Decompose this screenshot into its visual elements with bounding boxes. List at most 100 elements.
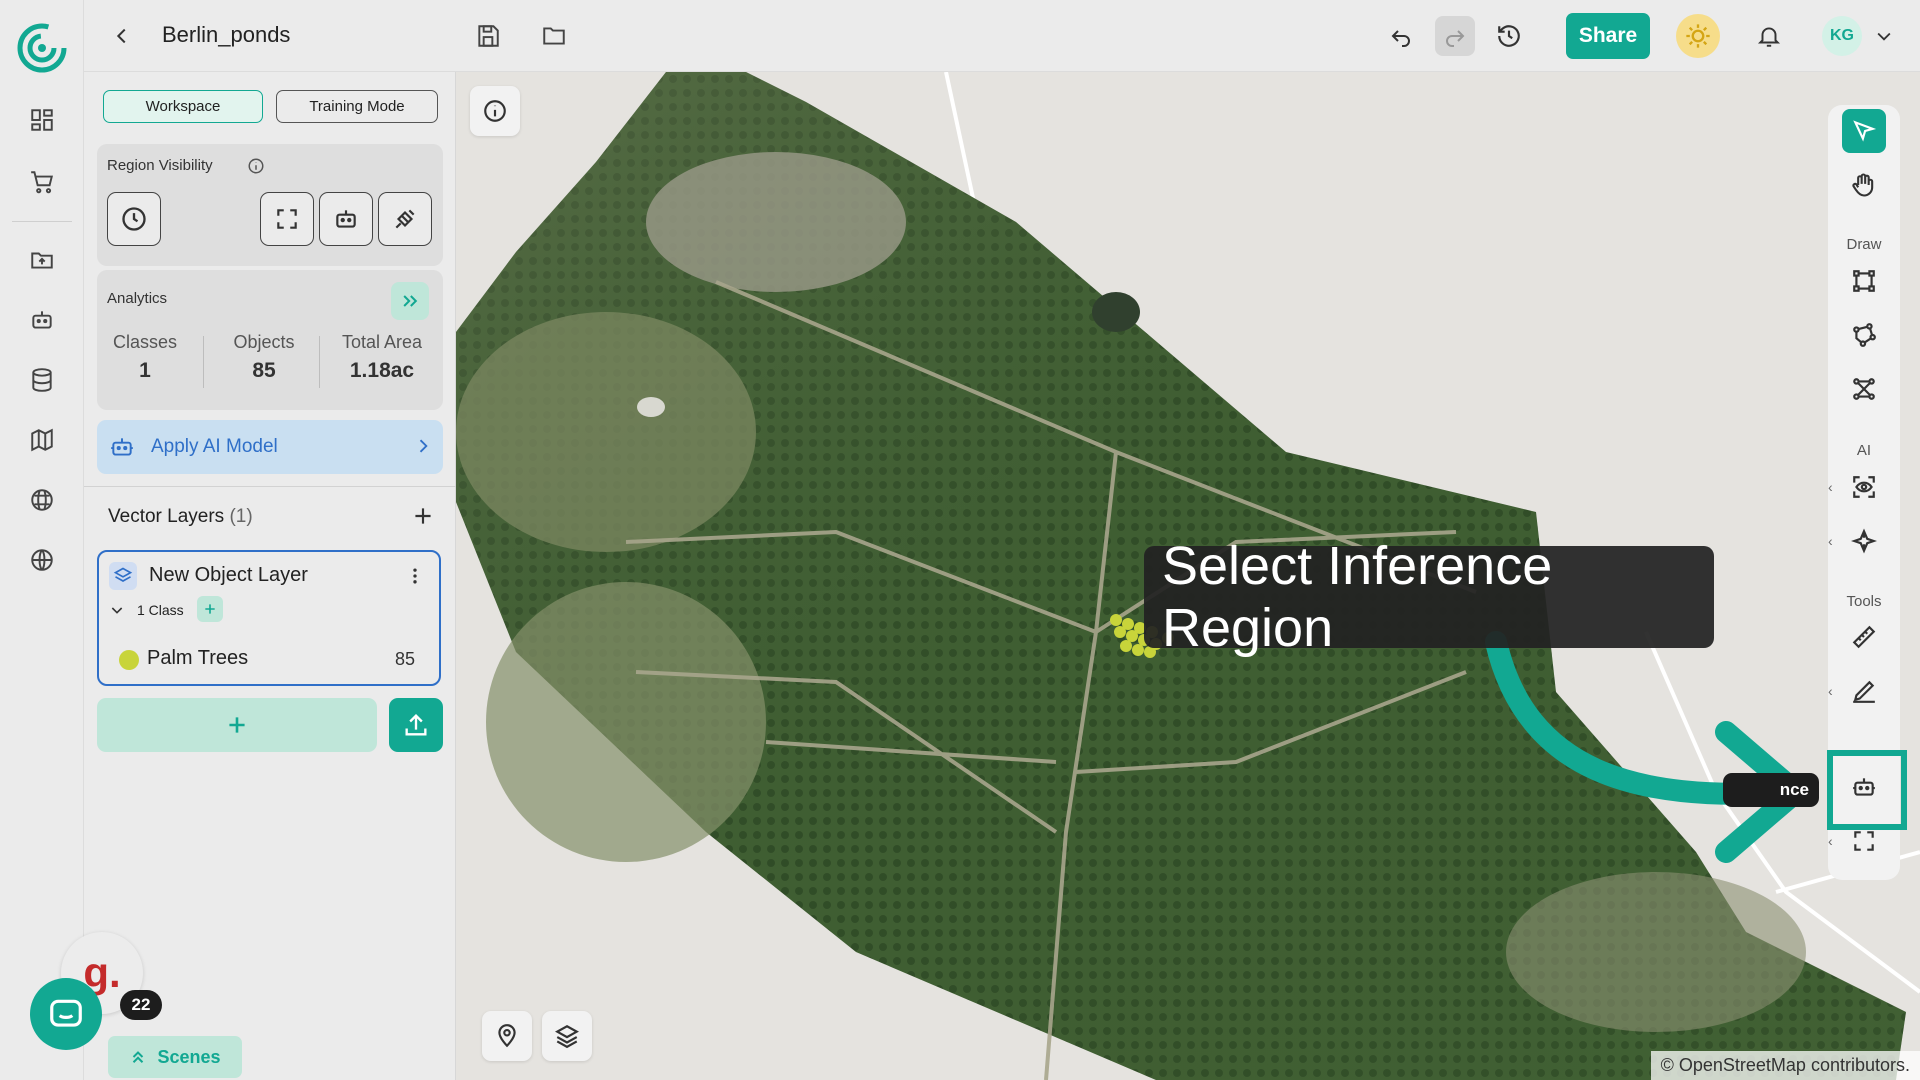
add-class-button[interactable] bbox=[197, 596, 223, 622]
region-visibility-label: Region Visibility bbox=[107, 157, 213, 174]
database-icon[interactable] bbox=[24, 362, 60, 398]
map-info-button[interactable] bbox=[470, 86, 520, 136]
chevron-left-icon[interactable]: ‹ bbox=[1828, 833, 1833, 849]
polygon-icon bbox=[1853, 323, 1876, 347]
left-rail bbox=[0, 0, 84, 1080]
chat-button[interactable] bbox=[30, 978, 102, 1050]
add-layer-icon[interactable] bbox=[410, 503, 436, 534]
robot-region-button[interactable] bbox=[319, 192, 373, 246]
app-logo-icon[interactable] bbox=[16, 22, 68, 74]
location-pin-icon bbox=[498, 1024, 516, 1048]
theme-sun-icon[interactable] bbox=[1676, 14, 1720, 58]
pencil-icon bbox=[1853, 680, 1875, 703]
inference-tooltip: nce bbox=[1723, 773, 1819, 807]
stat-classes-label: Classes bbox=[112, 332, 178, 352]
ruler-icon bbox=[1852, 625, 1876, 649]
ai-detect-button[interactable] bbox=[1842, 465, 1886, 509]
info-icon bbox=[484, 100, 506, 122]
clock-visibility-button[interactable] bbox=[107, 192, 161, 246]
hand-icon bbox=[1852, 173, 1874, 197]
select-tool-button[interactable] bbox=[1842, 109, 1886, 153]
analytics-title: Analytics bbox=[107, 290, 168, 307]
chevron-right-icon bbox=[413, 436, 433, 461]
folder-icon[interactable] bbox=[24, 242, 60, 278]
draw-multipoint-button[interactable] bbox=[1842, 367, 1886, 411]
location-button[interactable] bbox=[482, 1011, 532, 1061]
save-icon[interactable] bbox=[468, 16, 508, 56]
export-button[interactable] bbox=[389, 698, 443, 752]
layers-icon bbox=[109, 562, 137, 590]
history-icon[interactable] bbox=[1489, 16, 1529, 56]
layer-name: New Object Layer bbox=[149, 564, 308, 586]
layers-toggle-button[interactable] bbox=[542, 1011, 592, 1061]
rectangle-icon bbox=[1853, 270, 1875, 292]
layers-icon bbox=[555, 1025, 579, 1049]
stat-objects-label: Objects bbox=[233, 332, 295, 352]
ai-segment-button[interactable] bbox=[1842, 519, 1886, 563]
chevron-left-icon[interactable]: ‹ bbox=[1828, 533, 1833, 549]
redo-icon[interactable] bbox=[1435, 16, 1475, 56]
user-avatar[interactable]: KG bbox=[1822, 16, 1862, 56]
scan-eye-icon bbox=[1853, 476, 1875, 498]
frame-icon bbox=[1854, 831, 1874, 851]
back-chevron-icon[interactable] bbox=[102, 16, 142, 56]
layers-panel: Workspace Training Mode Region Visibilit… bbox=[84, 72, 456, 1080]
expand-analytics-button[interactable] bbox=[391, 282, 429, 320]
pan-tool-button[interactable] bbox=[1842, 163, 1886, 207]
class-count-label: 1 Class bbox=[137, 602, 184, 618]
select-inference-region-tooltip: Select Inference Region bbox=[1144, 536, 1714, 658]
draw-section-label: Draw bbox=[1846, 236, 1882, 253]
cart-icon[interactable] bbox=[24, 164, 60, 200]
stat-divider bbox=[203, 336, 204, 388]
satellite-region-button[interactable] bbox=[378, 192, 432, 246]
region-visibility-card: Region Visibility bbox=[97, 144, 443, 266]
vector-layers-title: Vector Layers (1) bbox=[108, 506, 253, 528]
share-button[interactable]: Share bbox=[1566, 13, 1650, 59]
dashboard-icon[interactable] bbox=[24, 102, 60, 138]
scenes-button[interactable]: Scenes bbox=[108, 1036, 242, 1078]
map-canvas[interactable]: Select Inference Region © OpenStreetMap … bbox=[456, 72, 1920, 1080]
map-icon[interactable] bbox=[24, 422, 60, 458]
cursor-icon bbox=[1853, 120, 1877, 142]
training-mode-button[interactable]: Training Mode bbox=[276, 90, 438, 123]
class-name: Palm Trees bbox=[147, 647, 249, 669]
stat-total-area: Total Area 1.18ac bbox=[323, 332, 441, 383]
edit-tool-button[interactable] bbox=[1842, 669, 1886, 713]
robot-icon[interactable] bbox=[24, 302, 60, 338]
robot-icon bbox=[109, 434, 135, 465]
bell-icon[interactable] bbox=[1749, 16, 1789, 56]
info-icon[interactable] bbox=[247, 157, 265, 180]
collapse-chevron-icon[interactable] bbox=[109, 602, 125, 623]
highlight-box bbox=[1827, 750, 1907, 830]
magic-segment-icon bbox=[1851, 528, 1877, 554]
stat-classes-value: 1 bbox=[139, 359, 151, 382]
globe-grid-icon[interactable] bbox=[24, 482, 60, 518]
fullscreen-region-button[interactable] bbox=[260, 192, 314, 246]
add-layer-button[interactable] bbox=[97, 698, 377, 752]
layer-menu-icon[interactable] bbox=[405, 564, 425, 593]
measure-tool-button[interactable] bbox=[1842, 615, 1886, 659]
panel-divider bbox=[84, 486, 456, 487]
apply-ai-model-button[interactable]: Apply AI Model bbox=[97, 420, 443, 474]
tools-section-label: Tools bbox=[1846, 593, 1882, 610]
vector-layers-count: (1) bbox=[229, 506, 253, 527]
chevron-left-icon[interactable]: ‹ bbox=[1828, 479, 1833, 495]
undo-icon[interactable] bbox=[1381, 16, 1421, 56]
apply-ai-label: Apply AI Model bbox=[151, 436, 278, 457]
stat-total-area-label: Total Area bbox=[341, 332, 423, 352]
rail-divider bbox=[12, 221, 72, 222]
ai-section-label: AI bbox=[1856, 442, 1872, 459]
draw-rectangle-button[interactable] bbox=[1842, 259, 1886, 303]
stat-classes: Classes 1 bbox=[103, 332, 187, 383]
globe-icon[interactable] bbox=[24, 542, 60, 578]
folder-open-icon[interactable] bbox=[534, 16, 574, 56]
draw-polygon-button[interactable] bbox=[1842, 313, 1886, 357]
vector-layers-title-text: Vector Layers bbox=[108, 506, 225, 527]
class-object-count: 85 bbox=[395, 649, 416, 669]
chevron-left-icon[interactable]: ‹ bbox=[1828, 683, 1833, 699]
workspace-mode-button[interactable]: Workspace bbox=[103, 90, 263, 123]
chevron-down-icon[interactable] bbox=[1864, 16, 1904, 56]
unread-count-badge: 22 bbox=[120, 990, 162, 1020]
stat-total-area-value: 1.18ac bbox=[349, 359, 415, 382]
layer-card[interactable]: New Object Layer 1 Class Palm Trees 85 bbox=[97, 550, 441, 686]
